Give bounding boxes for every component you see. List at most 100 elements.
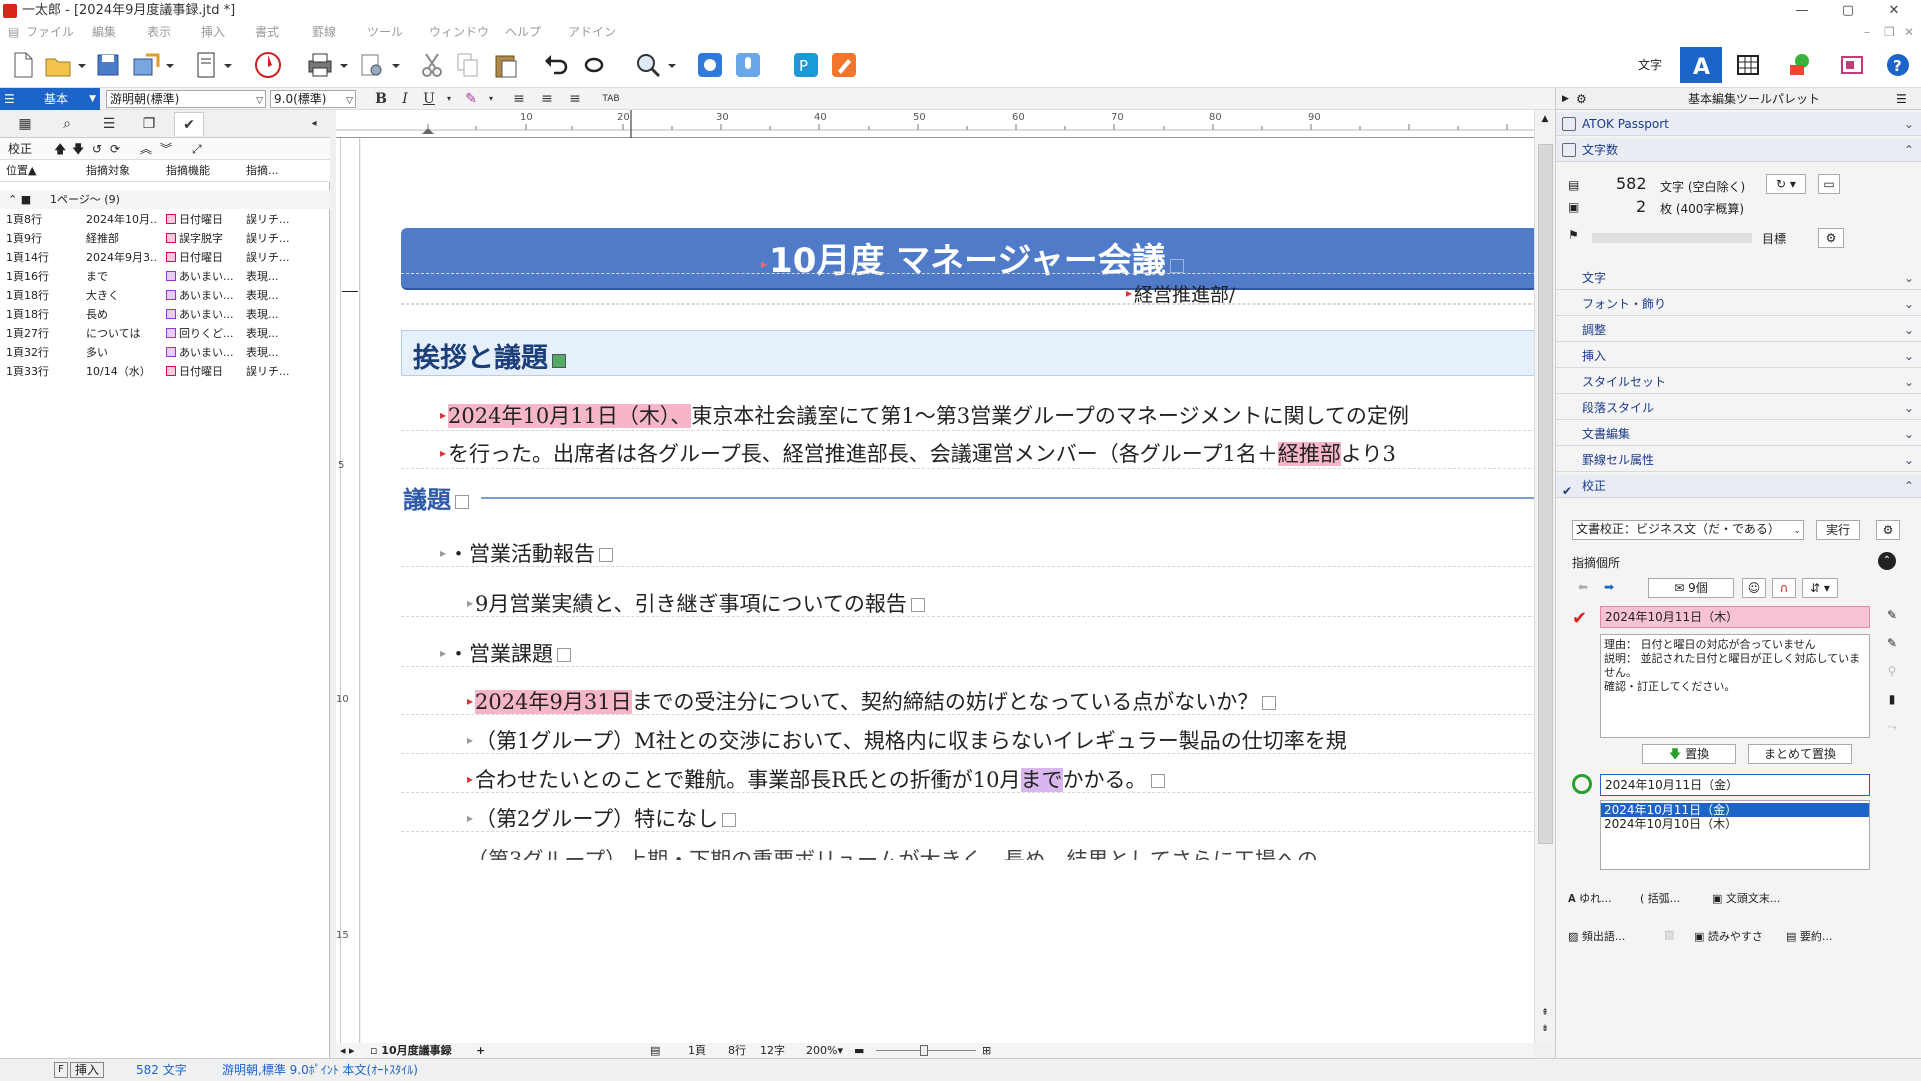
- issue-line-5[interactable]: （第3グループ）上期・下期の重要ボリュームが大きく、長め…結果としてさらに工場へ…: [467, 844, 1318, 860]
- undo-icon[interactable]: [540, 49, 572, 81]
- paste-icon[interactable]: [490, 49, 522, 81]
- issue-line-4[interactable]: ▸（第2グループ）特になし: [467, 803, 737, 833]
- run-proof-button[interactable]: 実行: [1816, 520, 1860, 540]
- heading-greeting[interactable]: 挨拶と議題: [413, 336, 566, 375]
- section-char-count[interactable]: 文字数 ⌃: [1556, 138, 1921, 162]
- doc-restore-button[interactable]: ❐: [1884, 22, 1895, 42]
- save-icon[interactable]: [92, 49, 124, 81]
- doc-minimize-button[interactable]: –: [1864, 22, 1870, 42]
- menu-edit[interactable]: 編集: [92, 22, 116, 42]
- issue-dict-icon[interactable]: ▮: [1880, 690, 1904, 710]
- issue-jump-icon[interactable]: ⇵ ▾: [1802, 578, 1838, 598]
- dept-line[interactable]: ▸ 経営推進部/: [1126, 280, 1235, 307]
- tool-kakko[interactable]: ( 括弧...: [1640, 890, 1680, 906]
- vertical-scrollbar[interactable]: ▲ ⇞ ⇟: [1534, 110, 1555, 1043]
- menu-window[interactable]: ウィンドウ: [429, 22, 489, 42]
- layout-icon[interactable]: ▤: [650, 1043, 660, 1058]
- move-down-icon[interactable]: 🡇: [72, 138, 84, 160]
- recount-button[interactable]: ↻ ▾: [1766, 174, 1806, 194]
- proofread-tab-check-icon[interactable]: ✔: [174, 112, 204, 136]
- page-view-icon[interactable]: [190, 49, 222, 81]
- prev-issue-icon[interactable]: ⬅: [1572, 578, 1594, 598]
- page-panel-icon[interactable]: ❐: [134, 112, 164, 136]
- font-select[interactable]: 游明朝(標準) ▽: [106, 90, 266, 108]
- document-title[interactable]: ▸10月度 マネージャー会議: [761, 233, 1184, 282]
- minimize-button[interactable]: —: [1779, 0, 1825, 22]
- zoom-slider-handle[interactable]: [920, 1045, 928, 1056]
- page-view-dropdown-icon[interactable]: [224, 64, 232, 68]
- scroll-thumb[interactable]: [1538, 144, 1553, 844]
- paragraph-2[interactable]: ▸を行った。出席者は各グループ長、経営推進部長、会議運営メンバー（各グループ1名…: [440, 438, 1396, 468]
- section-atok[interactable]: ATOK Passport ⌄: [1556, 112, 1921, 136]
- issue-line-3[interactable]: ▸合わせたいとのことで難航。事業部長R氏との折衝が10月までかかる。: [467, 764, 1165, 794]
- zoom-select[interactable]: 200%▾: [806, 1043, 843, 1058]
- issue-skip-icon[interactable]: ⤳: [1880, 718, 1904, 738]
- jump-compass-icon[interactable]: [252, 49, 284, 81]
- tool-disabled-icon[interactable]: ▨: [1664, 928, 1674, 941]
- align-center-icon[interactable]: ≡: [538, 90, 556, 108]
- highlight-dropdown-icon[interactable]: ▾: [482, 90, 500, 108]
- insert-mode[interactable]: 挿入: [70, 1062, 105, 1078]
- underline-dropdown-icon[interactable]: ▾: [440, 90, 458, 108]
- collapse-panel-icon[interactable]: ◂: [306, 112, 322, 136]
- tool-summary[interactable]: ▤ 要約...: [1786, 928, 1832, 944]
- bullet-sales-report-sub[interactable]: ▸9月営業実績と、引き継ぎ事項についての報告: [467, 588, 925, 618]
- voice-input-icon[interactable]: [732, 49, 764, 81]
- menu-addin[interactable]: アドイン: [568, 22, 616, 42]
- suggestion-item[interactable]: 2024年10月10日（木）: [1601, 817, 1869, 831]
- col-type[interactable]: 指摘...: [246, 160, 279, 182]
- issue-user-icon[interactable]: ☺: [1742, 578, 1766, 598]
- tool-yure[interactable]: 𝐀 ゆれ...: [1568, 890, 1612, 906]
- table-row[interactable]: 1頁9行 経推部 誤字脱字 誤リチ...: [0, 229, 330, 248]
- horizontal-ruler[interactable]: 10 20 30 40 50 60 70 80 90: [336, 110, 1534, 138]
- atok-tools-icon[interactable]: [694, 49, 726, 81]
- zoom-out-icon[interactable]: ▬: [854, 1043, 864, 1058]
- search-panel-icon[interactable]: ⌕: [52, 112, 82, 136]
- issue-edit-icon[interactable]: ✎: [1880, 606, 1904, 626]
- save-dropdown-icon[interactable]: [166, 64, 174, 68]
- suggestion-list[interactable]: 2024年10月11日（金） 2024年10月10日（木）: [1600, 800, 1870, 870]
- proof-mode-select[interactable]: 文書校正：ビジネス文（だ・である） ⌄: [1572, 520, 1804, 540]
- align-right-icon[interactable]: ≡: [566, 90, 584, 108]
- cut-icon[interactable]: [416, 49, 448, 81]
- issue-link-icon[interactable]: ⚲: [1880, 662, 1904, 682]
- add-tab-icon[interactable]: +: [476, 1043, 485, 1058]
- section-font-decoration[interactable]: フォント・飾り ⌄: [1556, 292, 1921, 316]
- find-dropdown-icon[interactable]: [668, 64, 676, 68]
- scroll-up-icon[interactable]: ▲: [1537, 114, 1553, 130]
- help-icon[interactable]: ?: [1884, 49, 1912, 81]
- open-dropdown-icon[interactable]: [78, 64, 86, 68]
- open-folder-icon[interactable]: [42, 49, 74, 81]
- issue-magnet-icon[interactable]: ∩: [1772, 578, 1796, 598]
- layout-mode-icon[interactable]: [1836, 49, 1868, 81]
- doc-menu-icon[interactable]: ▤: [8, 22, 19, 42]
- new-document-icon[interactable]: [6, 49, 38, 81]
- redo-icon[interactable]: [578, 49, 610, 81]
- section-paragraph-style[interactable]: 段落スタイル ⌄: [1556, 396, 1921, 420]
- menu-tools[interactable]: ツール: [367, 22, 403, 42]
- table-row[interactable]: 1頁32行 多い あいまい... 表現...: [0, 343, 330, 362]
- heading-agenda[interactable]: 議題: [403, 480, 469, 515]
- table-mode-icon[interactable]: [1732, 49, 1764, 81]
- fit-width-icon[interactable]: ⤢: [192, 138, 202, 160]
- scroll-next-page-icon[interactable]: ⇟: [1537, 1024, 1553, 1038]
- save-as-icon[interactable]: [130, 49, 162, 81]
- tool-buntou[interactable]: ▣ 文頭文末...: [1712, 890, 1780, 906]
- tool-frequent-words[interactable]: ▨ 頻出語...: [1568, 928, 1625, 944]
- menu-view[interactable]: 表示: [147, 22, 171, 42]
- bold-button[interactable]: B: [372, 90, 390, 108]
- palette-menu-icon[interactable]: ⚙: [1576, 88, 1587, 110]
- col-target[interactable]: 指摘対象: [86, 160, 130, 182]
- tab-prev-icon[interactable]: ◂ ▸: [340, 1043, 355, 1058]
- document-canvas[interactable]: ▸10月度 マネージャー会議 ▸ 経営推進部/ 挨拶と議題 ▸2024年10月11…: [361, 138, 1534, 1043]
- table-row[interactable]: 1頁33行 10/14（水） 日付曜日 誤リチ...: [0, 362, 330, 381]
- proof-settings-icon[interactable]: ⚙: [1876, 520, 1900, 540]
- print-settings-dropdown-icon[interactable]: [392, 64, 400, 68]
- move-up-icon[interactable]: 🡅: [54, 138, 66, 160]
- issue-line-2[interactable]: ▸（第1グループ）M社との交渉において、規格内に収まらないイレギュラー製品の仕切…: [467, 725, 1347, 755]
- section-cell-attr[interactable]: 罫線セル属性 ⌄: [1556, 448, 1921, 472]
- thumbnail-view-icon[interactable]: ▦: [10, 112, 40, 136]
- bullet-sales-report[interactable]: ▸・営業活動報告: [440, 538, 614, 568]
- palette-collapse-icon[interactable]: ▶: [1562, 88, 1569, 110]
- font-size-select[interactable]: 9.0(標準) ▽: [270, 90, 356, 108]
